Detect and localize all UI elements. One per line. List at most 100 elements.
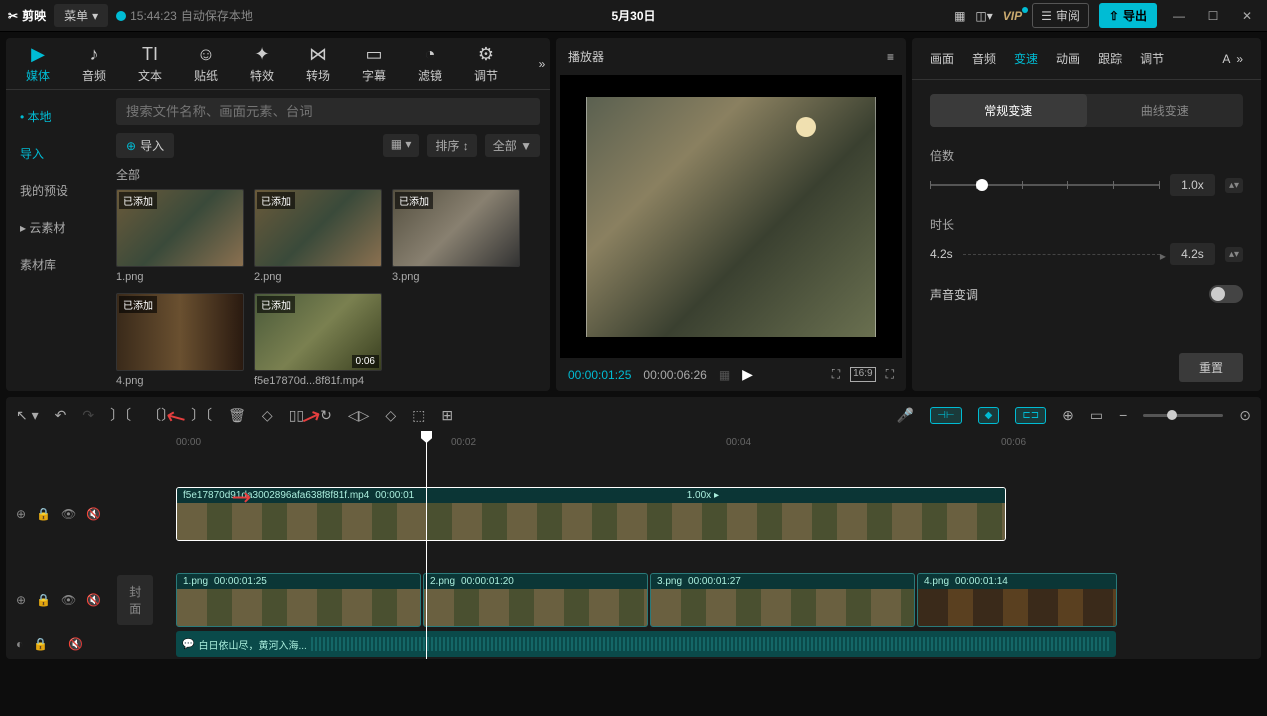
sidebar-item-local[interactable]: • 本地	[6, 98, 106, 135]
video-track[interactable]: ⊕ 🔒 👁 🔇 f5e17870d91da3002896afa638f8f81f…	[6, 485, 1261, 543]
trim-left-tool[interactable]: 〔〕	[147, 405, 175, 425]
filter-all-button[interactable]: 全部 ▼	[485, 134, 540, 157]
snap-button-2[interactable]: ◆	[978, 407, 1000, 424]
tab-adjust[interactable]: ⚙调节	[458, 44, 514, 84]
vip-badge[interactable]: VIP	[1003, 9, 1022, 23]
split-tool[interactable]: 〕〔	[110, 405, 131, 425]
snap-button-1[interactable]: ⊣⊢	[930, 407, 961, 424]
lock-icon[interactable]: 🔒	[36, 593, 51, 607]
thumb-3[interactable]: 已添加3.png	[392, 189, 520, 283]
zoom-fit-button[interactable]: ⊙	[1239, 407, 1251, 424]
layout-icon[interactable]: ▦	[954, 9, 965, 23]
export-button[interactable]: ⇧导出	[1099, 3, 1157, 28]
ptab-tracking[interactable]: 跟踪	[1092, 48, 1128, 69]
ai-tool[interactable]: ⊞	[441, 407, 453, 424]
subtab-normal-speed[interactable]: 常规变速	[930, 94, 1087, 127]
sidebar-item-cloud[interactable]: ▸ 云素材	[6, 209, 106, 246]
trim-right-tool[interactable]: 〕〔	[191, 405, 212, 425]
fullscreen-icon[interactable]: ⛶	[886, 367, 894, 382]
lock-icon[interactable]: 🔒	[36, 507, 51, 521]
preview-tool[interactable]: ▭	[1090, 407, 1103, 424]
redo-button[interactable]: ↷	[82, 407, 94, 424]
player-viewport[interactable]	[560, 75, 902, 358]
multiplier-stepper[interactable]: ▴▾	[1225, 178, 1243, 193]
img-clip-2[interactable]: 2.png00:00:01:20	[423, 573, 648, 627]
sort-button[interactable]: 排序 ↕	[427, 134, 476, 157]
ruler[interactable]: 00:00 00:02 00:04 00:06	[6, 433, 1261, 455]
sidebar-item-library[interactable]: 素材库	[6, 246, 106, 283]
track-add-icon[interactable]: ⊕	[16, 593, 26, 607]
mute-icon[interactable]: 🔇	[68, 637, 83, 651]
ptab-audio[interactable]: 音频	[966, 48, 1002, 69]
reverse-tool[interactable]: ↻	[320, 407, 332, 424]
snap-button-3[interactable]: ⊏⊐	[1015, 407, 1046, 424]
multiplier-slider[interactable]	[930, 184, 1160, 186]
playhead[interactable]	[426, 433, 427, 659]
ptab-picture[interactable]: 画面	[924, 48, 960, 69]
image-track[interactable]: ⊕ 🔒 👁 🔇 封面 1.png00:00:01:25 2.png00:00:0…	[6, 571, 1261, 629]
mark-tool[interactable]: ◇	[262, 407, 273, 424]
eye-icon[interactable]: 👁	[61, 593, 76, 607]
review-button[interactable]: ☰审阅	[1032, 3, 1089, 28]
tab-filter[interactable]: ◔滤镜	[402, 44, 458, 84]
sidebar-item-import[interactable]: 导入	[6, 135, 106, 172]
duration-stepper[interactable]: ▴▾	[1225, 247, 1243, 262]
audio-clip[interactable]: 💬白日依山尽，黄河入海...	[176, 631, 1116, 657]
tab-transition[interactable]: ⋈转场	[290, 44, 346, 84]
sidebar-item-presets[interactable]: 我的预设	[6, 172, 106, 209]
subtab-curve-speed[interactable]: 曲线变速	[1087, 94, 1244, 127]
panel-icon[interactable]: ◫▾	[975, 9, 992, 23]
play-button[interactable]: ▶	[742, 366, 753, 383]
audio-track[interactable]: ◐ 🔒 🔇 💬白日依山尽，黄河入海...	[6, 629, 1261, 659]
mute-icon[interactable]: 🔇	[86, 507, 101, 521]
list-icon[interactable]: ▦	[719, 368, 730, 382]
ptab-speed[interactable]: 变速	[1008, 48, 1044, 69]
img-clip-4[interactable]: 4.png00:00:01:14	[917, 573, 1117, 627]
thumb-1[interactable]: 已添加1.png	[116, 189, 244, 283]
track-toggle-icon[interactable]: ◐	[16, 637, 23, 651]
ptab-animation[interactable]: 动画	[1050, 48, 1086, 69]
search-input[interactable]	[116, 98, 540, 125]
view-grid-button[interactable]: ▦ ▾	[383, 134, 420, 157]
thumb-5[interactable]: 已添加0:06f5e17870d...8f81f.mp4	[254, 293, 382, 387]
zoom-out-button[interactable]: −	[1119, 407, 1127, 423]
lock-icon[interactable]: 🔒	[33, 637, 48, 651]
multiplier-value[interactable]: 1.0x	[1170, 174, 1215, 196]
mic-button[interactable]: 🎤	[897, 407, 914, 424]
tab-sticker[interactable]: ☺贴纸	[178, 44, 234, 84]
tab-audio[interactable]: ♪音频	[66, 44, 122, 84]
track-add-icon[interactable]: ⊕	[16, 507, 26, 521]
crop-tool[interactable]: ⬚	[412, 407, 425, 424]
fullscreen-frame-icon[interactable]: ⛶	[832, 367, 840, 382]
ptab-more[interactable]: A »	[1216, 50, 1249, 68]
eye-icon[interactable]: 👁	[61, 507, 76, 521]
thumb-4[interactable]: 已添加4.png	[116, 293, 244, 387]
video-clip[interactable]: f5e17870d91da3002896afa638f8f81f.mp400:0…	[176, 487, 1006, 541]
pitch-toggle[interactable]	[1209, 285, 1243, 303]
img-clip-1[interactable]: 1.png00:00:01:25	[176, 573, 421, 627]
menu-button[interactable]: 菜单 ▾	[54, 4, 108, 27]
minimize-button[interactable]: —	[1167, 9, 1191, 23]
aspect-ratio[interactable]: 16:9	[850, 367, 875, 382]
rotate-tool[interactable]: ◇	[385, 407, 396, 424]
import-button[interactable]: ⊕导入	[116, 133, 174, 158]
reset-button[interactable]: 重置	[1179, 353, 1243, 382]
player-menu-icon[interactable]: ≡	[887, 50, 894, 64]
mute-icon[interactable]: 🔇	[86, 593, 101, 607]
duration-to[interactable]: 4.2s	[1170, 243, 1215, 265]
align-tool[interactable]: ⊕	[1062, 407, 1074, 424]
ptab-adjust[interactable]: 调节	[1134, 48, 1170, 69]
img-clip-3[interactable]: 3.png00:00:01:27	[650, 573, 915, 627]
undo-button[interactable]: ↶	[55, 407, 67, 424]
thumb-2[interactable]: 已添加2.png	[254, 189, 382, 283]
tab-subtitle[interactable]: ▭字幕	[346, 44, 402, 84]
maximize-button[interactable]: ☐	[1201, 9, 1225, 23]
tab-effect[interactable]: ✦特效	[234, 44, 290, 84]
zoom-slider[interactable]	[1143, 414, 1223, 417]
close-button[interactable]: ✕	[1235, 9, 1259, 23]
delete-tool[interactable]: 🗑	[228, 407, 246, 424]
tab-media[interactable]: ▶媒体	[10, 44, 66, 84]
select-tool[interactable]: ↖ ▾	[16, 407, 39, 424]
copy-tool[interactable]: ▯▯	[289, 407, 304, 424]
project-title[interactable]: 5月30日	[611, 7, 655, 24]
